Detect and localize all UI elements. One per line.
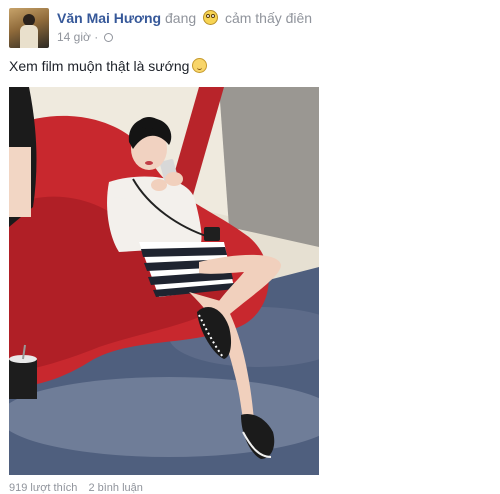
crazy-face-emoji-icon — [203, 10, 219, 25]
author-name-link[interactable]: Văn Mai Hương — [57, 10, 161, 26]
post-meta: 14 giờ · — [57, 30, 113, 44]
post-caption: Xem film muộn thật là sướng — [9, 58, 208, 74]
facebook-post: Văn Mai Hương đang cảm thấy điên 14 giờ … — [0, 0, 500, 494]
caption-text: Xem film muộn thật là sướng — [9, 58, 190, 74]
meta-separator: · — [94, 30, 99, 44]
post-stats: 919 lượt thích 2 bình luận — [9, 482, 151, 494]
post-photo[interactable] — [9, 87, 319, 475]
post-header: Văn Mai Hương đang cảm thấy điên — [57, 10, 312, 26]
likes-count-link[interactable]: 919 lượt thích — [9, 482, 77, 494]
blush-emoji-icon — [192, 58, 208, 73]
timestamp-link[interactable]: 14 giờ — [57, 30, 91, 44]
feeling-text: cảm thấy điên — [224, 10, 313, 26]
photo-image — [9, 87, 319, 475]
comments-count-link[interactable]: 2 bình luận — [88, 482, 142, 494]
author-avatar[interactable] — [9, 8, 49, 48]
globe-icon[interactable] — [103, 33, 113, 42]
avatar-body — [20, 25, 38, 48]
feeling-prefix: đang — [165, 10, 197, 26]
